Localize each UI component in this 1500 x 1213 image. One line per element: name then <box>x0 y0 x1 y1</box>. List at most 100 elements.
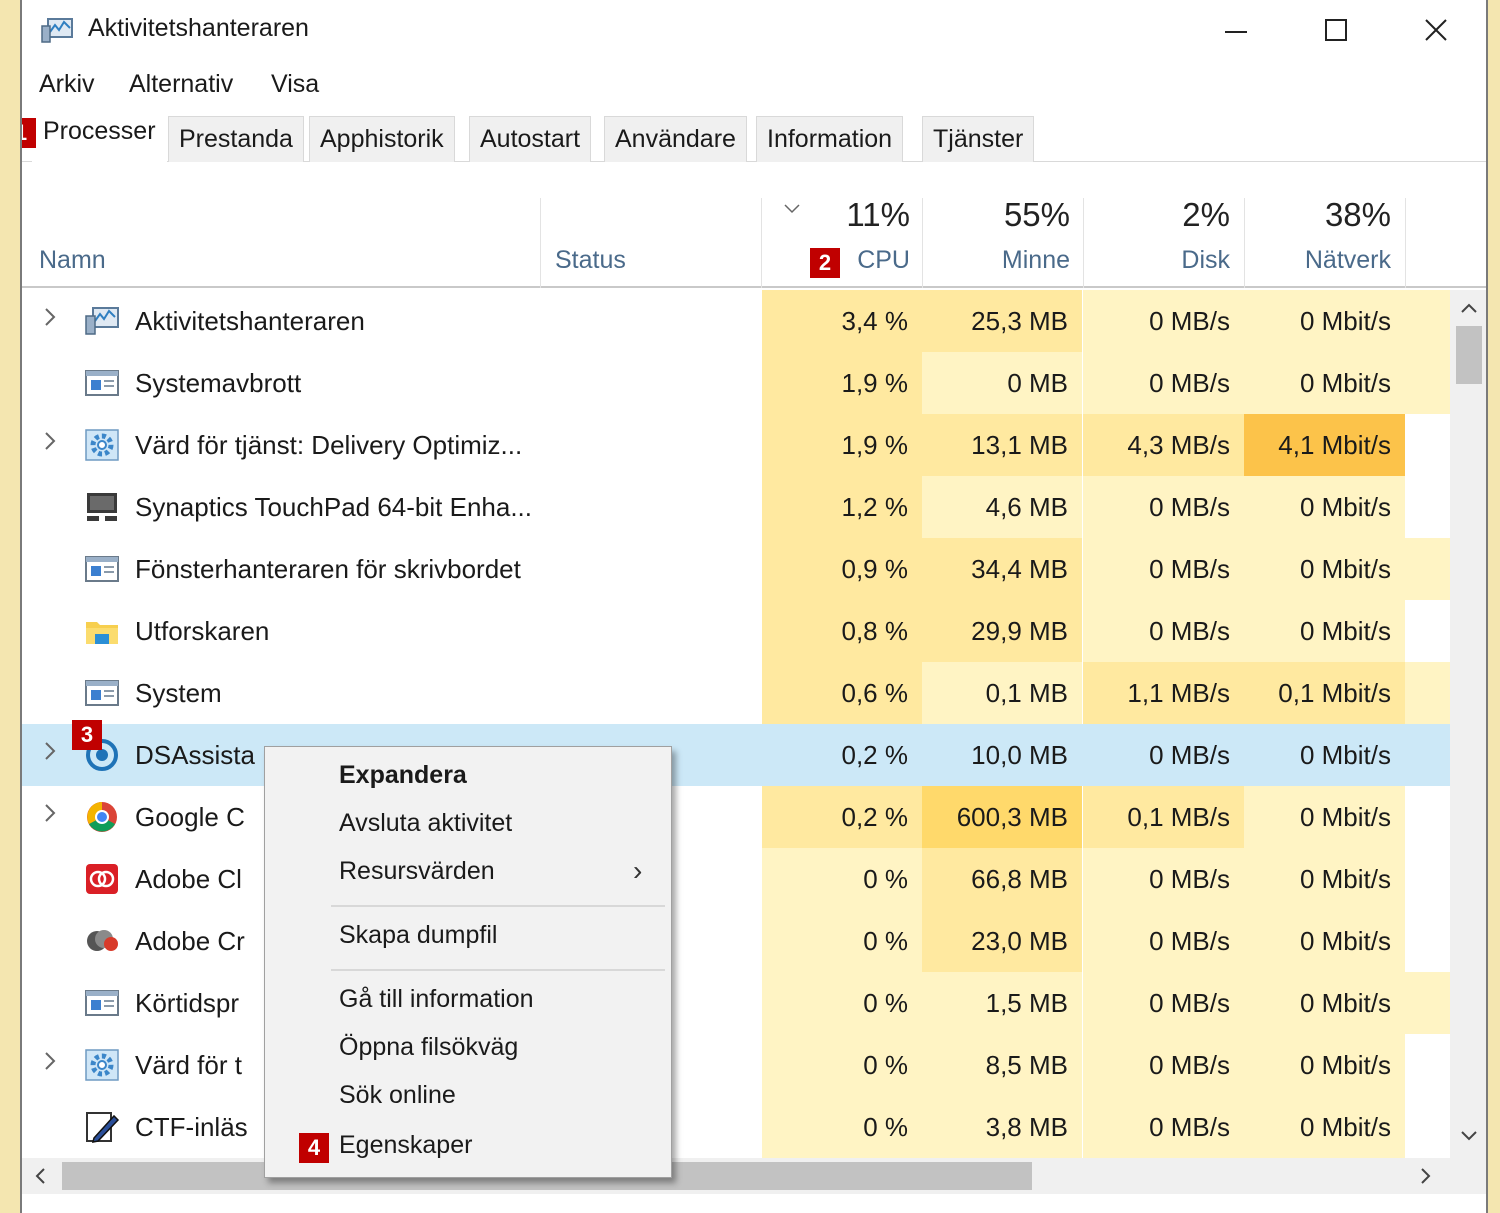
vertical-scroll-thumb[interactable] <box>1456 326 1482 384</box>
ctx-resource-values[interactable]: Resursvärden <box>339 857 495 886</box>
col-separator[interactable] <box>540 198 541 288</box>
tab-autostart[interactable]: Autostart <box>469 116 592 162</box>
process-name: Fönsterhanteraren för skrivbordet <box>135 554 521 584</box>
row-filler <box>1405 848 1450 910</box>
table-row[interactable]: System 0,6 % 0,1 MB 1,1 MB/s 0,1 Mbit/s <box>22 662 1450 724</box>
close-icon <box>1425 19 1447 41</box>
memory-value: 0 MB <box>922 352 1082 414</box>
tab-processer[interactable]: Processer <box>32 112 167 162</box>
cpu-total: 11% <box>846 196 910 233</box>
menu-alternativ[interactable]: Alternativ <box>129 70 233 99</box>
table-row[interactable]: Utforskaren 0,8 % 29,9 MB 0 MB/s 0 Mbit/s <box>22 600 1450 662</box>
memory-value: 23,0 MB <box>922 910 1082 972</box>
scroll-left-icon[interactable] <box>34 1167 46 1185</box>
process-name: DSAssista <box>135 740 255 770</box>
col-name-header[interactable]: Namn <box>39 246 106 275</box>
vertical-scrollbar[interactable] <box>1450 290 1486 1158</box>
col-memory-header[interactable]: Minne <box>922 246 1070 275</box>
tab-anvandare[interactable]: Användare <box>604 116 747 162</box>
table-row[interactable]: Synaptics TouchPad 64-bit Enha... 1,2 % 4,… <box>22 476 1450 538</box>
folder-icon <box>84 614 120 648</box>
context-menu: Expandera Avsluta aktivitet Resursvärden… <box>264 746 672 1178</box>
ctx-create-dump[interactable]: Skapa dumpfil <box>339 921 497 950</box>
expand-chevron-icon[interactable] <box>40 740 60 768</box>
chrome-icon <box>84 800 120 834</box>
memory-value: 4,6 MB <box>922 476 1082 538</box>
tab-strip: 1 Processer Prestanda Apphistorik Autost… <box>22 112 1486 162</box>
taskmgr-icon <box>41 18 73 43</box>
ctx-open-file-location[interactable]: Öppna filsökväg <box>339 1033 518 1062</box>
menu-arkiv[interactable]: Arkiv <box>39 70 95 99</box>
row-filler <box>1405 352 1450 414</box>
disk-value: 0 MB/s <box>1083 1034 1244 1096</box>
process-name: System <box>135 678 222 708</box>
disk-value: 4,3 MB/s <box>1083 414 1244 476</box>
memory-value: 3,8 MB <box>922 1096 1082 1158</box>
maximize-button[interactable] <box>1306 8 1366 52</box>
expand-chevron-icon[interactable] <box>40 306 60 334</box>
cpu-value: 0 % <box>762 1096 922 1158</box>
expand-chevron-icon[interactable] <box>40 802 60 830</box>
ctx-search-online[interactable]: Sök online <box>339 1081 456 1110</box>
callout-badge-3: 3 <box>72 720 102 750</box>
expand-chevron-icon[interactable] <box>40 430 60 458</box>
close-button[interactable] <box>1406 8 1466 52</box>
expand-chevron-icon[interactable] <box>40 1050 60 1078</box>
network-value: 0 Mbit/s <box>1244 290 1405 352</box>
menu-visa[interactable]: Visa <box>271 70 319 99</box>
gear-icon <box>84 1048 120 1082</box>
network-value: 0 Mbit/s <box>1244 352 1405 414</box>
ctx-end-task[interactable]: Avsluta aktivitet <box>339 809 512 838</box>
cpu-value: 3,4 % <box>762 290 922 352</box>
network-value: 0 Mbit/s <box>1244 1096 1405 1158</box>
memory-total: 55% <box>1003 196 1070 233</box>
ctx-go-to-details[interactable]: Gå till information <box>339 985 534 1014</box>
cpu-value: 0,8 % <box>762 600 922 662</box>
disk-value: 0 MB/s <box>1083 538 1244 600</box>
table-row[interactable]: Adobe Cr 0 % 23,0 MB 0 MB/s 0 Mbit/s <box>22 910 1450 972</box>
table-row[interactable]: Adobe Cl 0 % 66,8 MB 0 MB/s 0 Mbit/s <box>22 848 1450 910</box>
ctx-expand[interactable]: Expandera <box>339 761 467 790</box>
scroll-right-icon[interactable] <box>1420 1167 1432 1185</box>
memory-value: 29,9 MB <box>922 600 1082 662</box>
col-network-header[interactable]: Nätverk <box>1244 246 1391 275</box>
horizontal-scrollbar[interactable] <box>22 1158 1486 1194</box>
table-row[interactable]: Fönsterhanteraren för skrivbordet 0,9 % 34… <box>22 538 1450 600</box>
process-name: CTF-inläs <box>135 1112 248 1142</box>
col-status-header[interactable]: Status <box>555 246 626 275</box>
table-row[interactable]: Värd för t 0 % 8,5 MB 0 MB/s 0 Mbit/s <box>22 1034 1450 1096</box>
tab-tjanster[interactable]: Tjänster <box>922 116 1035 162</box>
col-disk-header[interactable]: Disk <box>1083 246 1230 275</box>
process-name: Adobe Cl <box>135 864 242 894</box>
col-separator[interactable] <box>1405 198 1406 288</box>
network-value: 0 Mbit/s <box>1299 740 1391 770</box>
tab-information[interactable]: Information <box>756 116 904 162</box>
tab-prestanda[interactable]: Prestanda <box>168 116 304 162</box>
row-filler <box>1405 476 1450 538</box>
table-row-selected[interactable]: DSAssista 0,2 % 10,0 MB 0 MB/s 0 Mbit/s <box>22 724 1450 786</box>
ctx-properties[interactable]: Egenskaper <box>339 1131 472 1160</box>
disk-total: 2% <box>1182 196 1230 233</box>
table-row[interactable]: Aktivitetshanteraren 3,4 % 25,3 MB 0 MB/s 0 … <box>22 290 1450 352</box>
network-value: 0,1 Mbit/s <box>1244 662 1405 724</box>
memory-value: 66,8 MB <box>922 848 1082 910</box>
network-value: 0 Mbit/s <box>1244 476 1405 538</box>
table-row[interactable]: CTF-inläs 0 % 3,8 MB 0 MB/s 0 Mbit/s <box>22 1096 1450 1158</box>
row-filler <box>1405 1034 1450 1096</box>
tab-apphistorik[interactable]: Apphistorik <box>309 116 455 162</box>
table-row[interactable]: Google C 0,2 % 600,3 MB 0,1 MB/s 0 Mbit/s <box>22 786 1450 848</box>
scroll-down-icon[interactable] <box>1460 1130 1478 1142</box>
window-icon <box>84 676 120 710</box>
pen-icon <box>84 1110 120 1144</box>
table-row[interactable]: Systemavbrott 1,9 % 0 MB 0 MB/s 0 Mbit/s <box>22 352 1450 414</box>
disk-value: 0 MB/s <box>1083 476 1244 538</box>
network-value: 0 Mbit/s <box>1244 910 1405 972</box>
disk-value: 0 MB/s <box>1083 600 1244 662</box>
minimize-button[interactable] <box>1206 8 1266 52</box>
disk-value: 0 MB/s <box>1083 1096 1244 1158</box>
table-row[interactable]: Körtidspr 0 % 1,5 MB 0 MB/s 0 Mbit/s <box>22 972 1450 1034</box>
row-filler <box>1405 414 1450 476</box>
row-filler <box>1405 910 1450 972</box>
table-row[interactable]: Värd för tjänst: Delivery Optimiz... 1,9 … <box>22 414 1450 476</box>
scroll-up-icon[interactable] <box>1460 302 1478 314</box>
